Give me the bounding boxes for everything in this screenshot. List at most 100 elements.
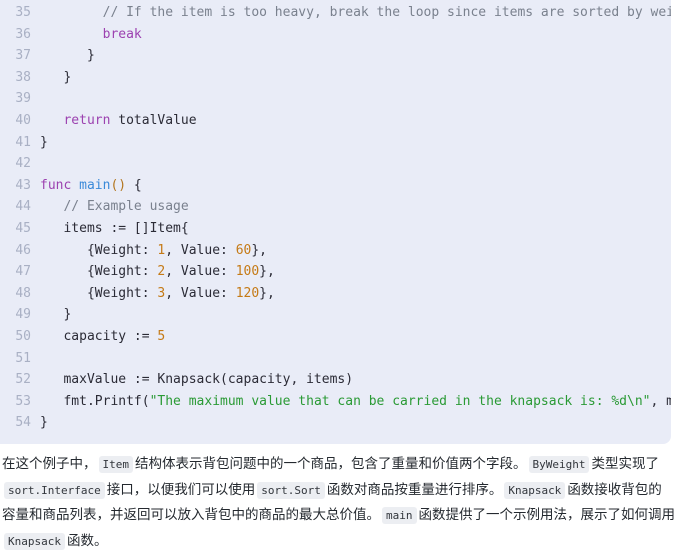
line-number: 35	[15, 5, 31, 20]
line-number: 39	[15, 91, 31, 107]
prose-text: 函数提供了一个示例用法，展示了如何调用	[418, 507, 676, 522]
code-line: 48 {Weight: 3, Value: 120},	[0, 283, 671, 305]
line-number: 51	[15, 350, 31, 366]
inline-code-chip: Item	[98, 456, 133, 473]
code-token: , Value:	[165, 264, 236, 280]
line-number: 43	[15, 177, 31, 193]
code-token: , Value:	[165, 285, 236, 301]
code-token: maxValue := Knapsack(capacity, items)	[40, 372, 354, 388]
line-content: }	[40, 45, 95, 67]
code-token: main	[79, 177, 111, 193]
code-token: {	[126, 177, 142, 193]
code-line: 46 {Weight: 1, Value: 60},	[0, 240, 671, 262]
line-content: maxValue := Knapsack(capacity, items)	[40, 369, 353, 391]
code-line: 43 func main() {	[0, 175, 671, 197]
code-line: 40 return totalValue	[0, 110, 671, 132]
line-content: // If the item is too heavy, break the l…	[40, 2, 671, 24]
code-line-list: 35 // If the item is too heavy, break th…	[0, 2, 671, 434]
line-content: return totalValue	[40, 110, 197, 132]
explanation-paragraph: 在这个例子中， Item 结构体表示背包问题中的一个商品，包含了重量和价值两个字段。…	[0, 452, 683, 554]
code-scroll-area[interactable]: 35 // If the item is too heavy, break th…	[0, 0, 671, 444]
prose-text: 函数。	[66, 532, 108, 548]
prose-text: 结构体表示背包问题中的一个商品，包含了重量和价值两个字段。	[135, 456, 527, 471]
line-content: }	[40, 132, 48, 154]
code-line: 45 items := []Item{	[0, 218, 671, 240]
prose-text: 类型实现了	[591, 456, 659, 471]
code-line: 39	[0, 88, 671, 110]
code-token: // Example usage	[63, 199, 189, 215]
line-number: 41	[15, 134, 31, 150]
code-block[interactable]: 35 // If the item is too heavy, break th…	[0, 0, 671, 444]
code-line: 47 {Weight: 2, Value: 100},	[0, 261, 671, 283]
code-token: totalValue	[110, 112, 197, 128]
line-content: break	[40, 24, 142, 46]
code-token: }	[40, 69, 72, 85]
code-line: 53 fmt.Printf("The maximum value that ca…	[0, 391, 671, 413]
line-number: 42	[15, 156, 31, 172]
code-line: 52 maxValue := Knapsack(capacity, items)	[0, 369, 671, 391]
line-number: 47	[15, 264, 31, 280]
code-line: 35 // If the item is too heavy, break th…	[0, 2, 671, 24]
line-content: }	[40, 67, 71, 89]
code-token: }	[40, 48, 95, 64]
code-line: 42	[0, 153, 671, 175]
line-number: 40	[15, 112, 31, 128]
code-line: 37 }	[0, 45, 671, 67]
inline-code-chip: sort.Sort	[257, 481, 325, 499]
line-content: func main() {	[40, 175, 142, 197]
line-number: 50	[15, 328, 31, 344]
code-token: }	[40, 415, 48, 431]
line-content: items := []Item{	[40, 218, 188, 240]
paragraph-text: 在这个例子中， Item 结构体表示背包问题中的一个商品，包含了重量和价值两个字段。…	[2, 452, 675, 554]
code-token: capacity :=	[40, 328, 158, 344]
prose-text: 函数对商品按重量进行排序。	[326, 481, 503, 497]
code-token: fmt.Printf(	[40, 393, 150, 409]
code-token: },	[251, 242, 267, 258]
code-token: 60	[235, 242, 252, 258]
line-content: fmt.Printf("The maximum value that can b…	[40, 391, 671, 413]
inline-code-chip: Knapsack	[504, 481, 566, 499]
line-number: 53	[15, 393, 31, 409]
line-content: {Weight: 2, Value: 100},	[40, 261, 275, 283]
code-token: , maxV	[650, 393, 671, 409]
code-line: 49 }	[0, 304, 671, 326]
code-token: break	[102, 26, 142, 42]
line-number: 37	[15, 48, 31, 64]
inline-code-chip: main	[382, 507, 417, 524]
line-content: }	[40, 412, 48, 434]
code-token: , Value:	[165, 242, 236, 258]
code-line: 54}	[0, 412, 671, 434]
code-token: 120	[235, 285, 260, 301]
line-content: }	[40, 304, 71, 326]
prose-text: 在这个例子中，	[2, 456, 97, 471]
code-line: 36 break	[0, 24, 671, 46]
code-token: "The maximum value that can be carried i…	[149, 393, 651, 409]
inline-code-chip: sort.Interface	[4, 481, 105, 499]
inline-code-chip: Knapsack	[4, 532, 65, 550]
code-token: },	[259, 285, 275, 301]
line-number: 52	[15, 372, 31, 388]
code-token: 100	[235, 264, 260, 280]
line-content: {Weight: 3, Value: 120},	[40, 283, 275, 305]
line-number: 38	[15, 69, 31, 85]
code-token: 5	[157, 328, 166, 344]
line-number: 44	[15, 199, 31, 215]
line-number: 49	[15, 307, 31, 323]
code-line: 44 // Example usage	[0, 196, 671, 218]
line-content: {Weight: 1, Value: 60},	[40, 240, 267, 262]
code-token: return	[63, 112, 111, 128]
line-number: 48	[15, 285, 31, 301]
code-token: ()	[110, 177, 127, 193]
code-token: }	[40, 307, 72, 323]
prose-text: 接口，以便我们可以使用	[106, 481, 256, 497]
code-token: },	[259, 264, 275, 280]
code-token: func	[40, 177, 72, 193]
line-number: 54	[15, 415, 31, 431]
inline-code-chip: ByWeight	[528, 456, 590, 473]
code-line: 50 capacity := 5	[0, 326, 671, 348]
